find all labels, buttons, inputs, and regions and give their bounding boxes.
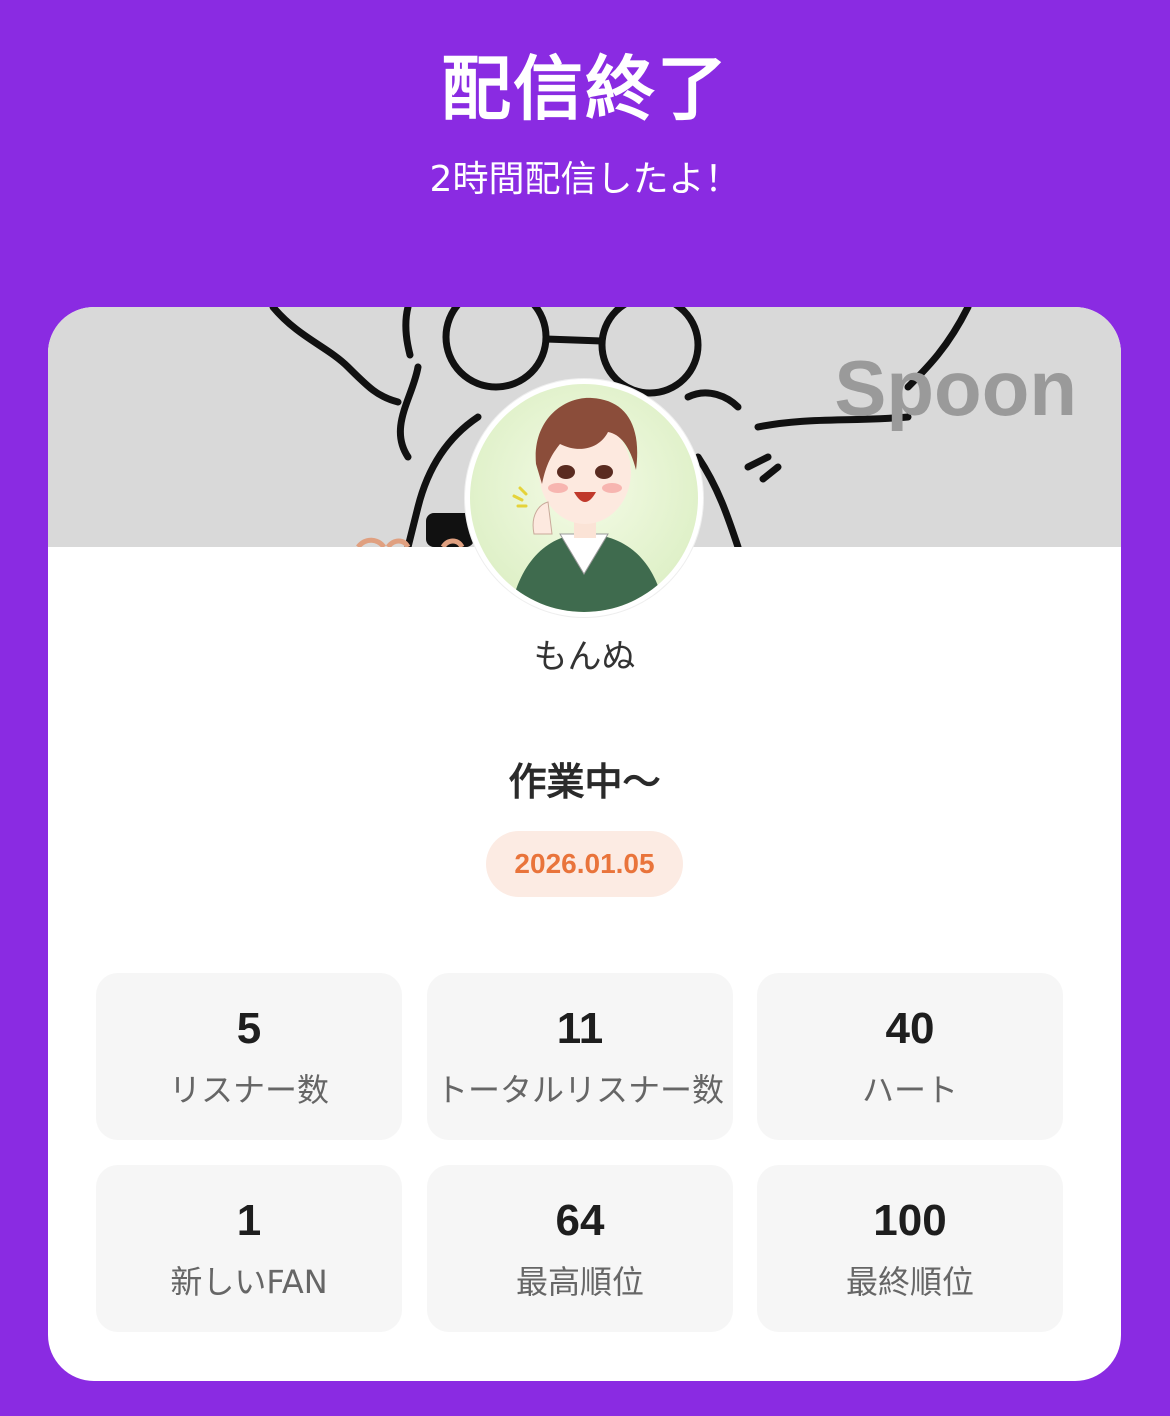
stat-value: 5 (236, 1004, 262, 1053)
page-subtitle: 2時間配信したよ！ (429, 159, 741, 200)
stat-final-rank: 100 最終順位 (757, 1165, 1063, 1332)
stat-value: 1 (236, 1196, 262, 1245)
header: 配信終了 2時間配信したよ！ (0, 0, 1170, 300)
stat-value: 64 (555, 1196, 605, 1245)
stat-label: トータルリスナー数 (435, 1071, 724, 1109)
stat-label: 新しいFAN (170, 1263, 328, 1301)
stat-hearts: 40 ハート (757, 973, 1063, 1140)
stat-value: 11 (556, 1004, 604, 1053)
stat-label: 最高順位 (515, 1263, 644, 1301)
avatar[interactable] (465, 379, 703, 617)
stat-listeners: 5 リスナー数 (96, 973, 402, 1140)
date-badge: 2026.01.05 (486, 831, 683, 897)
stat-total-listeners: 11 トータルリスナー数 (427, 973, 733, 1140)
page-title: 配信終了 (441, 48, 729, 130)
stat-label: リスナー数 (168, 1071, 329, 1109)
live-title: 作業中〜 (508, 760, 661, 804)
stat-new-fans: 1 新しいFAN (96, 1165, 402, 1332)
avatar-illustration (470, 384, 698, 612)
stat-value: 40 (885, 1004, 935, 1053)
spoon-watermark: Spoon (834, 344, 1077, 432)
stat-value: 100 (873, 1196, 947, 1245)
live-summary-card: Spoon もんぬ 作業中〜 2026.01.05 5 リスナー数 11 トータ… (48, 307, 1121, 1381)
stat-highest-rank: 64 最高順位 (427, 1165, 733, 1332)
username[interactable]: もんぬ (48, 629, 1121, 678)
stat-label: ハート (861, 1071, 958, 1109)
stat-label: 最終順位 (845, 1263, 974, 1301)
